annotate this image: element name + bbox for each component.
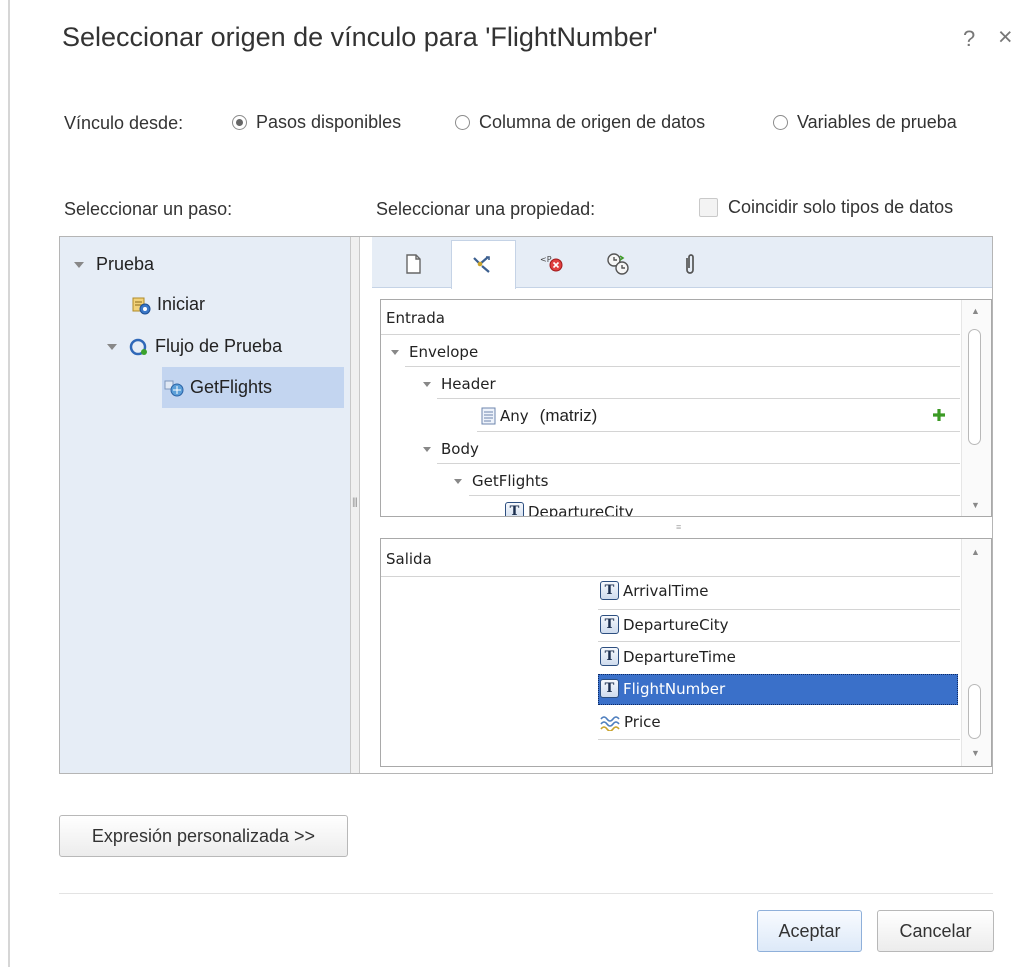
text-type-icon: T (600, 647, 619, 666)
scroll-thumb[interactable] (968, 684, 981, 739)
grid-row-divider (437, 463, 960, 464)
grid-row-divider (381, 576, 960, 577)
document-icon[interactable] (401, 252, 425, 276)
radio-selected-icon (232, 115, 247, 130)
grid-row-label: Any (500, 407, 529, 425)
link-arrows-icon[interactable] (470, 252, 494, 276)
dialog-border (8, 0, 10, 967)
add-icon[interactable] (932, 408, 946, 422)
grid-row-label: DepartureCity (528, 502, 634, 517)
grid-row-divider (405, 366, 960, 367)
grid-row-divider (437, 398, 960, 399)
grid-row-divider (598, 641, 960, 642)
output-row-price[interactable]: Price (600, 713, 661, 731)
input-row-envelope[interactable]: Envelope (391, 343, 478, 361)
checkbox-icon (699, 198, 718, 217)
tree-node-label: Flujo de Prueba (155, 336, 283, 356)
help-button[interactable]: ? (963, 26, 975, 52)
radio-available-steps[interactable]: Pasos disponibles (232, 112, 401, 133)
expand-triangle-icon (107, 343, 117, 350)
output-row-flightnumber[interactable]: T FlightNumber (600, 679, 725, 698)
attachment-icon[interactable] (678, 252, 702, 276)
decimal-type-icon (600, 716, 620, 731)
radio-data-source-column[interactable]: Columna de origen de datos (455, 112, 705, 133)
events-icon[interactable] (606, 252, 630, 276)
expand-triangle-icon (391, 349, 399, 355)
tree-node-label: Iniciar (157, 294, 206, 314)
expand-triangle-icon (74, 261, 84, 268)
grid-row-divider (381, 334, 960, 335)
radio-label: Variables de prueba (797, 112, 957, 132)
input-row-header[interactable]: Header (423, 375, 496, 393)
tree-node-label: GetFlights (190, 377, 273, 397)
output-row-label: FlightNumber (623, 679, 726, 698)
flow-icon (129, 338, 147, 355)
scroll-thumb[interactable] (968, 329, 981, 445)
grid-row-divider (477, 431, 960, 432)
radio-test-variables[interactable]: Variables de prueba (773, 112, 957, 133)
output-row-label: Price (624, 713, 661, 731)
array-icon (481, 407, 496, 425)
footer-divider (59, 893, 993, 894)
input-row-body[interactable]: Body (423, 440, 479, 458)
radio-unselected-icon (773, 115, 788, 130)
expand-triangle-icon (423, 381, 431, 387)
grid-row-label: Body (441, 440, 479, 458)
input-row-getflights[interactable]: GetFlights (454, 472, 548, 490)
tree-node-iniciar[interactable]: Iniciar (131, 294, 205, 315)
grid-row-divider (598, 609, 960, 610)
input-row-departurecity-clip: T DepartureCity (505, 500, 960, 516)
horizontal-splitter-grip-icon[interactable]: ≡ (676, 522, 681, 532)
custom-expression-button[interactable]: Expresión personalizada >> (59, 815, 348, 857)
input-row-any[interactable]: Any (matriz) (481, 406, 597, 426)
grid-row-divider (469, 495, 960, 496)
tree-node-prueba[interactable]: Prueba (74, 254, 154, 275)
array-type-label: (matriz) (539, 406, 598, 425)
grid-row-label: GetFlights (472, 472, 549, 490)
output-row-label: DepartureTime (623, 647, 736, 666)
tree-node-test-flow[interactable]: Flujo de Prueba (107, 336, 282, 357)
checkpoint-error-icon[interactable]: <P (540, 252, 564, 276)
text-type-icon: T (600, 615, 619, 634)
scroll-down-icon[interactable]: ▼ (971, 500, 980, 510)
radio-label: Pasos disponibles (256, 112, 402, 132)
radio-unselected-icon (455, 115, 470, 130)
input-grid-header: Entrada (386, 309, 445, 327)
input-row-departurecity[interactable]: T DepartureCity (505, 502, 960, 516)
scroll-down-icon[interactable]: ▼ (971, 748, 980, 758)
output-row-departuretime[interactable]: T DepartureTime (600, 647, 736, 666)
text-type-icon: T (505, 502, 524, 516)
scroll-up-icon[interactable]: ▲ (971, 306, 980, 316)
scroll-up-icon[interactable]: ▲ (971, 547, 980, 557)
output-row-label: ArrivalTime (623, 581, 709, 600)
text-type-icon: T (600, 679, 619, 698)
dialog-title: Seleccionar origen de vínculo para 'Flig… (62, 22, 658, 52)
tree-node-label: Prueba (96, 254, 155, 274)
radio-label: Columna de origen de datos (479, 112, 706, 132)
step-tree-pane (60, 237, 350, 773)
link-from-label: Vínculo desde: (64, 113, 184, 133)
close-button[interactable]: × (998, 23, 1013, 52)
tree-node-getflights[interactable]: GetFlights (164, 377, 272, 398)
output-row-label: DepartureCity (623, 615, 729, 634)
expand-triangle-icon (454, 478, 462, 484)
web-service-icon (164, 380, 184, 396)
match-types-label: Coincidir solo tipos de datos (728, 197, 954, 217)
grid-row-divider (598, 739, 960, 740)
start-step-icon (132, 297, 151, 314)
splitter-grip-icon: ||| (352, 497, 358, 508)
output-row-departurecity[interactable]: T DepartureCity (600, 615, 729, 634)
select-property-label: Seleccionar una propiedad: (376, 199, 596, 219)
match-types-checkbox[interactable]: Coincidir solo tipos de datos (699, 197, 953, 218)
cancel-button[interactable]: Cancelar (877, 910, 994, 952)
output-row-arrivaltime[interactable]: T ArrivalTime (600, 581, 708, 600)
select-step-label: Seleccionar un paso: (64, 199, 233, 219)
grid-row-label: Envelope (409, 343, 479, 361)
expand-triangle-icon (423, 446, 431, 452)
grid-row-label: Header (441, 375, 496, 393)
accept-button[interactable]: Aceptar (757, 910, 862, 952)
output-grid-header: Salida (386, 550, 432, 568)
text-type-icon: T (600, 581, 619, 600)
